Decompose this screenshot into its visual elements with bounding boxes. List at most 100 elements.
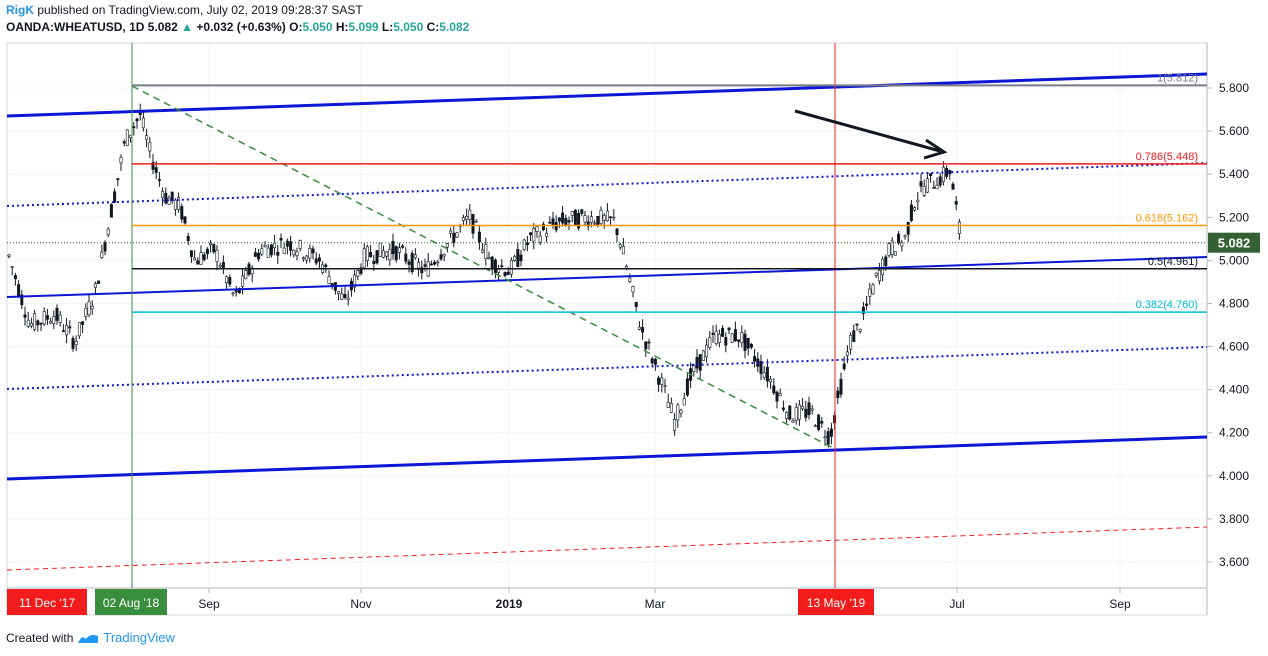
candle-body bbox=[778, 393, 782, 396]
candle-body bbox=[849, 334, 853, 350]
candle-body bbox=[916, 199, 920, 203]
candle-body bbox=[612, 216, 616, 219]
candle-body bbox=[647, 341, 651, 344]
candle-body bbox=[724, 337, 728, 346]
candle-body bbox=[551, 218, 555, 226]
candle-body bbox=[477, 231, 481, 243]
candle-body bbox=[663, 385, 667, 387]
candle-body bbox=[305, 255, 309, 261]
price-chart[interactable]: 1(5.812) 0.786(5.448) 0.618(5.162) 0.5(4.96… bbox=[0, 0, 1268, 656]
candle-body bbox=[87, 301, 91, 316]
candle-body bbox=[762, 372, 766, 378]
candle-body bbox=[17, 284, 21, 297]
fib-level-label: 0.618(5.162) bbox=[1136, 212, 1198, 224]
candle-body bbox=[823, 436, 827, 439]
candle-body bbox=[535, 226, 539, 232]
candle-body bbox=[481, 249, 485, 253]
candle-body bbox=[346, 297, 350, 301]
candle-body bbox=[573, 209, 577, 226]
candle-body bbox=[442, 253, 446, 257]
candle-body bbox=[721, 327, 725, 337]
candle-body bbox=[77, 322, 81, 337]
candle-body bbox=[285, 240, 289, 247]
candle-body bbox=[948, 169, 952, 175]
candle-body bbox=[449, 230, 453, 234]
candle-body bbox=[631, 286, 635, 293]
candle-body bbox=[461, 217, 465, 222]
candle-body bbox=[922, 186, 926, 196]
price-tick-label: 5.600 bbox=[1219, 124, 1249, 138]
candle-body bbox=[180, 206, 184, 220]
candle-body bbox=[746, 337, 750, 349]
candle-body bbox=[676, 404, 680, 421]
candle-body bbox=[45, 315, 49, 320]
candle-body bbox=[951, 183, 955, 190]
candle-body bbox=[141, 117, 145, 129]
candles bbox=[7, 103, 961, 448]
dotted-channel-upper bbox=[6, 162, 1208, 207]
candle-body bbox=[589, 216, 593, 223]
candle-body bbox=[596, 216, 600, 226]
candle-body bbox=[269, 244, 273, 256]
candle-body bbox=[343, 294, 347, 298]
candle-body bbox=[500, 265, 504, 267]
candle-body bbox=[266, 247, 270, 258]
drawings: 1(5.812) 0.786(5.448) 0.618(5.162) 0.5(4.96… bbox=[6, 43, 1208, 588]
candle-body bbox=[957, 221, 961, 234]
candle-body bbox=[113, 191, 117, 203]
candle-body bbox=[871, 284, 875, 295]
time-tick-label: Sep bbox=[1109, 597, 1131, 611]
time-tick-label: Jul bbox=[949, 597, 964, 611]
candle-body bbox=[103, 242, 107, 252]
candle-body bbox=[33, 313, 37, 330]
candle-body bbox=[340, 293, 344, 300]
candle-body bbox=[621, 246, 625, 255]
candle-body bbox=[452, 233, 456, 244]
candle-body bbox=[673, 419, 677, 431]
grid bbox=[7, 43, 1207, 588]
candle-body bbox=[29, 323, 33, 327]
last-price-badge-label: 5.082 bbox=[1218, 236, 1251, 251]
candle-body bbox=[615, 228, 619, 235]
tradingview-brand[interactable]: TradingView bbox=[103, 630, 175, 645]
candle-body bbox=[628, 277, 632, 282]
dashed-trend-line bbox=[131, 85, 836, 450]
candle-body bbox=[634, 301, 638, 307]
candle-body bbox=[429, 263, 433, 266]
price-tick-label: 4.800 bbox=[1219, 296, 1249, 310]
candle-body bbox=[68, 326, 72, 329]
price-axis[interactable]: 5.800 5.600 5.400 5.200 5.000 4.800 4.600 4.400… bbox=[1207, 81, 1260, 569]
candle-body bbox=[61, 330, 65, 332]
candle-body bbox=[7, 254, 11, 257]
candle-body bbox=[276, 251, 280, 256]
candle-body bbox=[522, 239, 526, 250]
candle-body bbox=[413, 254, 417, 259]
candle-body bbox=[858, 329, 862, 332]
tradingview-logo-icon bbox=[78, 634, 99, 643]
candle-body bbox=[199, 252, 203, 265]
candle-body bbox=[804, 408, 808, 418]
candle-body bbox=[583, 215, 587, 223]
time-axis[interactable]: Sep Nov 2019 Mar Jul Sep 11 Dec '17 02 Aug '18 1… bbox=[7, 588, 1131, 615]
candle-body bbox=[385, 251, 389, 257]
candle-body bbox=[657, 377, 661, 385]
candle-body bbox=[189, 250, 193, 257]
fib-level-label: 0.786(5.448) bbox=[1136, 151, 1198, 163]
candle-body bbox=[839, 378, 843, 395]
candle-body bbox=[145, 135, 149, 140]
candle-body bbox=[221, 261, 225, 269]
chart-frame bbox=[6, 42, 1208, 616]
candle-body bbox=[465, 215, 469, 221]
price-tick-label: 5.200 bbox=[1219, 210, 1249, 224]
fib-level-label: 0.5(4.961) bbox=[1148, 256, 1198, 268]
candle-body bbox=[97, 280, 101, 284]
candle-body bbox=[308, 248, 312, 259]
candle-body bbox=[394, 246, 398, 261]
candle-body bbox=[813, 425, 817, 428]
candle-body bbox=[538, 235, 542, 243]
candle-body bbox=[791, 420, 795, 423]
candle-body bbox=[788, 405, 792, 420]
candle-body bbox=[938, 176, 942, 186]
candle-body bbox=[423, 264, 427, 267]
candle-body bbox=[855, 323, 859, 326]
